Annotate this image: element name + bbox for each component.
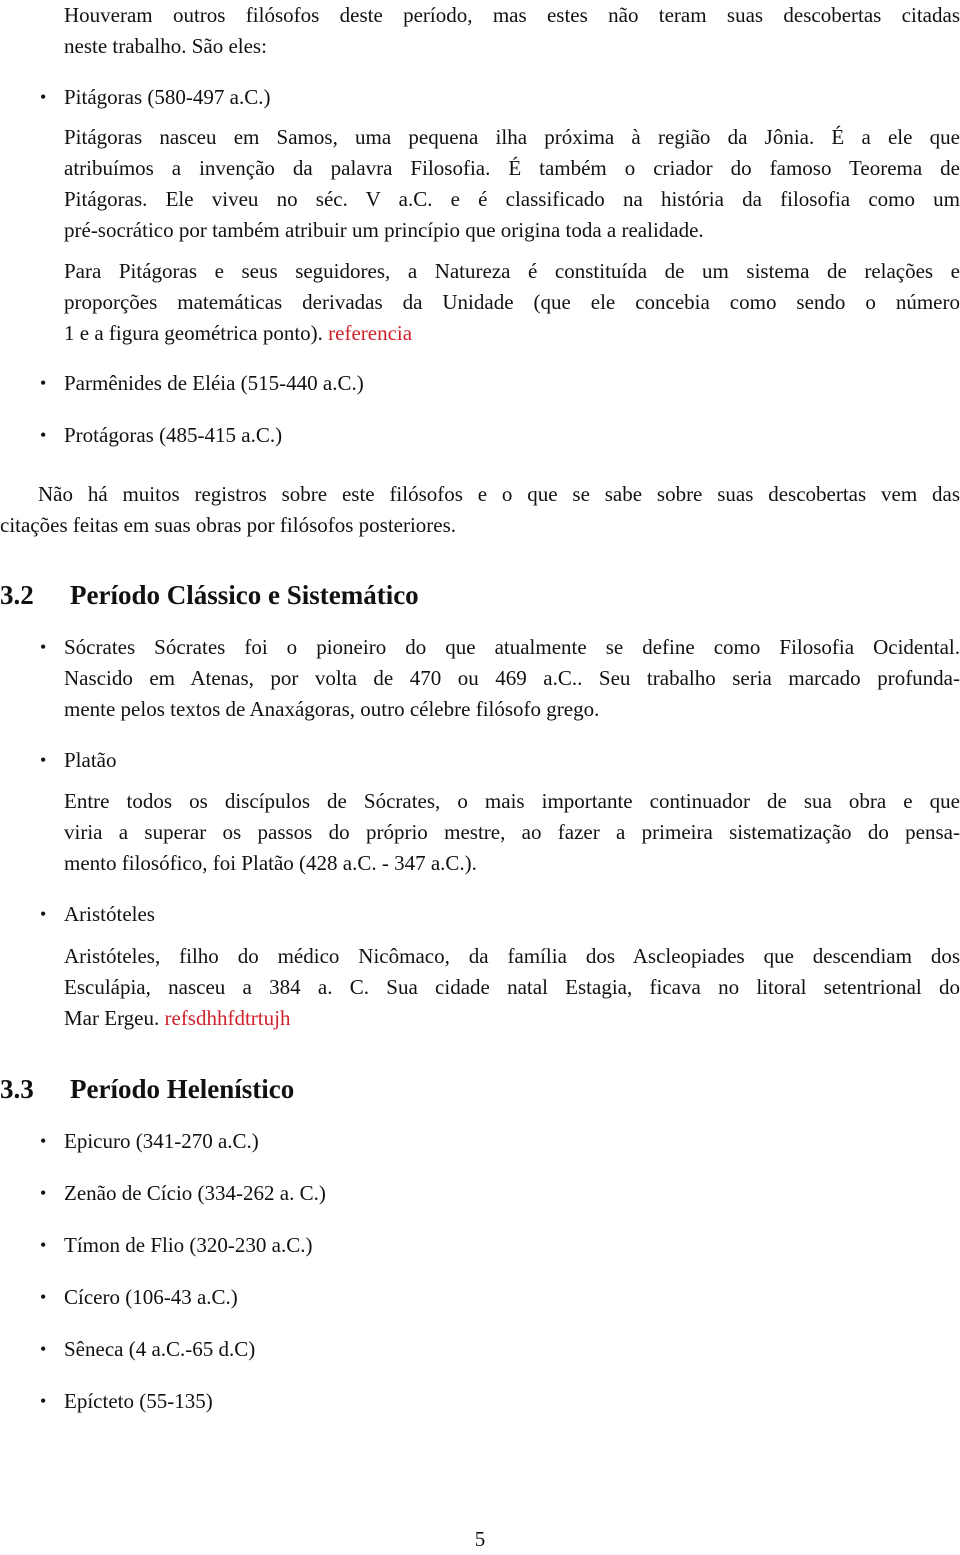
text-line: Esculápia, nasceu a 384 a. C. Sua cidade… (64, 975, 960, 999)
text-line: Sócrates Sócrates foi o pioneiro do que … (64, 635, 960, 659)
bullet-icon: • (40, 1339, 47, 1359)
closing-paragraph: Não há muitos registros sobre este filós… (0, 479, 960, 541)
text-line: mento filosófico, foi Platão (428 a.C. -… (64, 851, 477, 875)
section-title: Período Clássico e Sistemático (70, 580, 419, 610)
text-line: viria a superar os passos do próprio mes… (64, 820, 960, 844)
text-line: Pitágoras nasceu em Samos, uma pequena i… (64, 125, 960, 149)
text-line: Aristóteles, filho do médico Nicômaco, d… (64, 944, 960, 968)
text-line: Houveram outros filósofos deste período,… (64, 3, 960, 27)
reference-link[interactable]: refsdhhfdtrtujh (165, 1006, 291, 1030)
bullet-icon: • (40, 373, 47, 393)
aristoteles-paragraph: Aristóteles, filho do médico Nicômaco, d… (64, 941, 960, 1034)
text-line: 1 e a figura geométrica ponto). referenc… (64, 318, 960, 349)
list-item-protagoras: Protágoras (485-415 a.C.) (64, 423, 283, 447)
list-item-aristoteles: Aristóteles (64, 902, 155, 926)
list-item-parmenides: Parmênides de Eléia (515-440 a.C.) (64, 371, 364, 395)
bullet-icon: • (40, 1131, 47, 1151)
socrates-paragraph: Sócrates Sócrates foi o pioneiro do que … (64, 632, 960, 725)
text-line: neste trabalho. São eles: (64, 34, 267, 58)
intro-paragraph: Houveram outros filósofos deste período,… (64, 0, 960, 62)
bullet-icon: • (40, 904, 47, 924)
text-line: mente pelos textos de Anaxágoras, outro … (64, 697, 600, 721)
bullet-icon: • (40, 637, 47, 657)
bullet-icon: • (40, 750, 47, 770)
text-fragment: Mar Ergeu. (64, 1006, 160, 1030)
list-item-philosopher: Epícteto (55-135) (64, 1389, 213, 1413)
section-number: 3.2 (0, 580, 34, 610)
text-line: pré-socrático por também atribuir um pri… (64, 218, 704, 242)
text-line: Nascido em Atenas, por volta de 470 ou 4… (64, 666, 960, 690)
bullet-icon: • (40, 1391, 47, 1411)
text-line: Entre todos os discípulos de Sócrates, o… (64, 789, 960, 813)
platao-paragraph: Entre todos os discípulos de Sócrates, o… (64, 786, 960, 879)
text-line: Mar Ergeu. refsdhhfdtrtujh (64, 1003, 960, 1034)
bullet-icon: • (40, 1235, 47, 1255)
list-item-philosopher: Zenão de Cício (334-262 a. C.) (64, 1181, 326, 1205)
text-fragment: 1 e a figura geométrica ponto). (64, 321, 323, 345)
list-item-pitagoras: Pitágoras (580-497 a.C.) (64, 85, 271, 109)
text-line: proporções matemáticas derivadas da Unid… (64, 290, 960, 314)
text-line: Pitágoras. Ele viveu no séc. V a.C. e é … (64, 187, 960, 211)
section-heading-3-3: 3.3 Período Helenístico (0, 1074, 294, 1105)
bullet-icon: • (40, 425, 47, 445)
text-line: citações feitas em suas obras por filóso… (0, 513, 457, 537)
text-line: atribuímos a invenção da palavra Filosof… (64, 156, 960, 180)
list-item-philosopher: Cícero (106-43 a.C.) (64, 1285, 238, 1309)
section-number: 3.3 (0, 1074, 34, 1104)
text-line: Para Pitágoras e seus seguidores, a Natu… (64, 259, 960, 283)
pitagoras-paragraph-2: Para Pitágoras e seus seguidores, a Natu… (64, 256, 960, 349)
reference-link[interactable]: referencia (328, 321, 412, 345)
list-item-philosopher: Tímon de Flio (320-230 a.C.) (64, 1233, 313, 1257)
section-heading-3-2: 3.2 Período Clássico e Sistemático (0, 580, 419, 611)
bullet-icon: • (40, 1183, 47, 1203)
bullet-icon: • (40, 1287, 47, 1307)
list-item-philosopher: Epicuro (341-270 a.C.) (64, 1129, 259, 1153)
list-item-philosopher: Sêneca (4 a.C.-65 d.C) (64, 1337, 256, 1361)
list-item-platao: Platão (64, 748, 117, 772)
text-line: Não há muitos registros sobre este filós… (38, 482, 960, 506)
pitagoras-paragraph-1: Pitágoras nasceu em Samos, uma pequena i… (64, 122, 960, 246)
section-title: Período Helenístico (70, 1074, 295, 1104)
bullet-icon: • (40, 87, 47, 107)
page-number: 5 (474, 1527, 486, 1551)
